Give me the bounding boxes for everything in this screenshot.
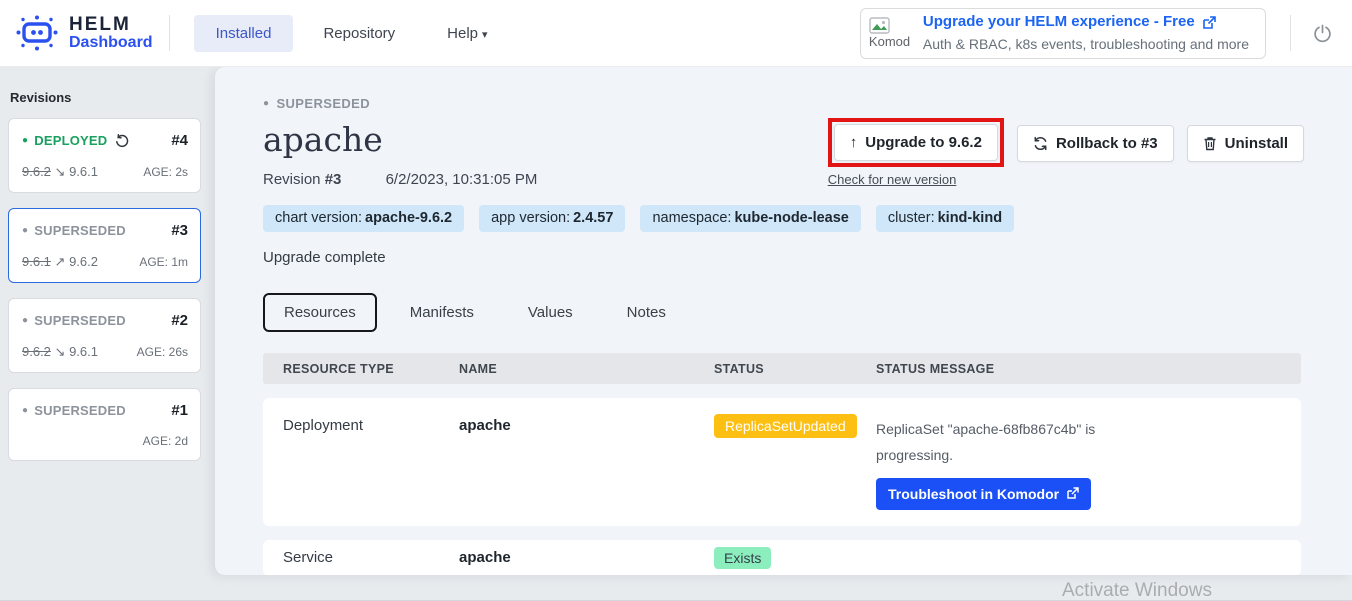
logo-subtitle: Dashboard — [69, 35, 153, 52]
check-new-version-link[interactable]: Check for new version — [828, 172, 1004, 187]
rollback-button[interactable]: Rollback to #3 — [1017, 125, 1174, 162]
top-header: HELM Dashboard Installed Repository Help… — [0, 0, 1352, 67]
table-row: Deployment apache ReplicaSetUpdated Repl… — [263, 398, 1301, 526]
trash-icon — [1203, 136, 1217, 151]
revision-number: #3 — [171, 222, 188, 239]
header-divider — [169, 15, 170, 51]
revisions-heading: Revisions — [8, 90, 201, 105]
revision-card-1[interactable]: ● SUPERSEDED #1 AGE: 2d — [8, 388, 201, 461]
downgrade-arrow-icon: ↘ — [55, 164, 66, 179]
revision-status: ● DEPLOYED — [22, 133, 129, 148]
komodor-image-alt-text: Komod — [869, 34, 911, 49]
banner-title-link[interactable]: Upgrade your HELM experience - Free — [923, 11, 1195, 34]
release-status-badge: ● SUPERSEDED — [263, 96, 1304, 111]
status-dot-icon: ● — [22, 226, 28, 236]
power-icon[interactable] — [1313, 24, 1332, 43]
version-change: 9.6.1 ↗ 9.6.2 — [22, 254, 98, 270]
activate-windows-watermark: Activate Windows — [1062, 580, 1212, 601]
external-link-icon — [1066, 487, 1079, 500]
logo-title: HELM — [69, 15, 153, 35]
helm-dashboard-logo[interactable]: HELM Dashboard — [14, 12, 153, 54]
external-link-icon — [1202, 16, 1216, 30]
detail-tabs: Resources Manifests Values Notes — [263, 293, 1304, 332]
nav-repository[interactable]: Repository — [301, 15, 417, 52]
upgrade-button[interactable]: ↑ Upgrade to 9.6.2 — [834, 124, 998, 161]
revision-card-2[interactable]: ● SUPERSEDED #2 9.6.2 ↘ 9.6.1 AGE: 26s — [8, 298, 201, 373]
cluster-chip: cluster:kind-kind — [876, 205, 1014, 232]
release-date: 6/2/2023, 10:31:05 PM — [386, 171, 538, 188]
app-version-chip: app version:2.4.57 — [479, 205, 625, 232]
table-row: Service apache Exists — [263, 540, 1301, 575]
release-title: apache — [263, 120, 537, 159]
resource-type-cell: Service — [283, 549, 459, 566]
helm-robot-icon — [14, 12, 60, 54]
status-dot-icon: ● — [22, 316, 28, 326]
resources-table: RESOURCE TYPE NAME STATUS STATUS MESSAGE… — [263, 353, 1301, 575]
revision-info: Revision #3 6/2/2023, 10:31:05 PM — [263, 171, 537, 188]
komodor-logo-broken-image: Komod — [869, 17, 913, 49]
version-change: 9.6.2 ↘ 9.6.1 — [22, 344, 98, 360]
release-meta-chips: chart version:apache-9.6.2 app version:2… — [263, 205, 1304, 232]
status-dot-icon: ● — [22, 406, 28, 416]
status-message: ReplicaSet "apache-68fb867c4b" is progre… — [876, 417, 1101, 469]
chart-version-chip: chart version:apache-9.6.2 — [263, 205, 464, 232]
upgrade-arrow-icon: ↗ — [55, 254, 66, 269]
table-header-row: RESOURCE TYPE NAME STATUS STATUS MESSAGE — [263, 353, 1301, 384]
status-dot-icon: ● — [22, 136, 28, 146]
red-highlight-annotation: ↑ Upgrade to 9.6.2 — [828, 118, 1004, 167]
troubleshoot-button[interactable]: Troubleshoot in Komodor — [876, 478, 1091, 510]
rollback-icon — [1033, 136, 1048, 151]
nav-help[interactable]: Help▾ — [425, 15, 509, 52]
chevron-down-icon: ▾ — [482, 29, 488, 41]
revision-number: #2 — [171, 312, 188, 329]
revision-age: AGE: 26s — [137, 345, 188, 359]
revision-age: AGE: 2d — [143, 434, 188, 448]
revision-status: ● SUPERSEDED — [22, 313, 126, 328]
resource-name-cell: apache — [459, 417, 714, 434]
komodor-upgrade-banner[interactable]: Komod Upgrade your HELM experience - Fre… — [860, 8, 1266, 59]
revision-status: ● SUPERSEDED — [22, 223, 126, 238]
downgrade-arrow-icon: ↘ — [55, 344, 66, 359]
revision-status: ● SUPERSEDED — [22, 403, 126, 418]
tab-resources[interactable]: Resources — [263, 293, 377, 332]
main-nav: Installed Repository Help▾ — [194, 15, 510, 52]
namespace-chip: namespace:kube-node-lease — [640, 205, 860, 232]
revision-number: #1 — [171, 402, 188, 419]
uninstall-button[interactable]: Uninstall — [1187, 125, 1304, 162]
version-change: 9.6.2 ↘ 9.6.1 — [22, 164, 98, 180]
status-badge: ReplicaSetUpdated — [714, 414, 857, 438]
col-status-message: STATUS MESSAGE — [876, 362, 1301, 376]
release-actions: ↑ Upgrade to 9.6.2 Check for new version… — [828, 125, 1304, 187]
nav-installed[interactable]: Installed — [194, 15, 294, 52]
col-status: STATUS — [714, 362, 876, 376]
revision-card-3[interactable]: ● SUPERSEDED #3 9.6.1 ↗ 9.6.2 AGE: 1m — [8, 208, 201, 283]
up-arrow-icon: ↑ — [850, 134, 858, 151]
revision-number: #4 — [171, 132, 188, 149]
revision-age: AGE: 2s — [143, 165, 188, 179]
revisions-sidebar: Revisions ● DEPLOYED #4 9.6.2 ↘ 9.6.1 AG… — [0, 67, 215, 601]
history-icon — [115, 134, 129, 148]
banner-subtitle: Auth & RBAC, k8s events, troubleshooting… — [923, 34, 1249, 55]
tab-notes[interactable]: Notes — [606, 293, 687, 332]
col-resource-type: RESOURCE TYPE — [283, 362, 459, 376]
col-name: NAME — [459, 362, 714, 376]
status-dot-icon: ● — [263, 99, 269, 109]
revision-age: AGE: 1m — [139, 255, 188, 269]
tab-manifests[interactable]: Manifests — [389, 293, 495, 332]
revision-card-4[interactable]: ● DEPLOYED #4 9.6.2 ↘ 9.6.1 AGE: 2s — [8, 118, 201, 193]
tab-values[interactable]: Values — [507, 293, 594, 332]
release-detail-panel: ● SUPERSEDED apache Revision #3 6/2/2023… — [215, 67, 1352, 575]
resource-name-cell: apache — [459, 549, 714, 566]
resource-type-cell: Deployment — [283, 417, 459, 434]
header-divider — [1290, 15, 1291, 51]
status-badge: Exists — [714, 547, 771, 569]
release-description: Upgrade complete — [263, 249, 1304, 266]
